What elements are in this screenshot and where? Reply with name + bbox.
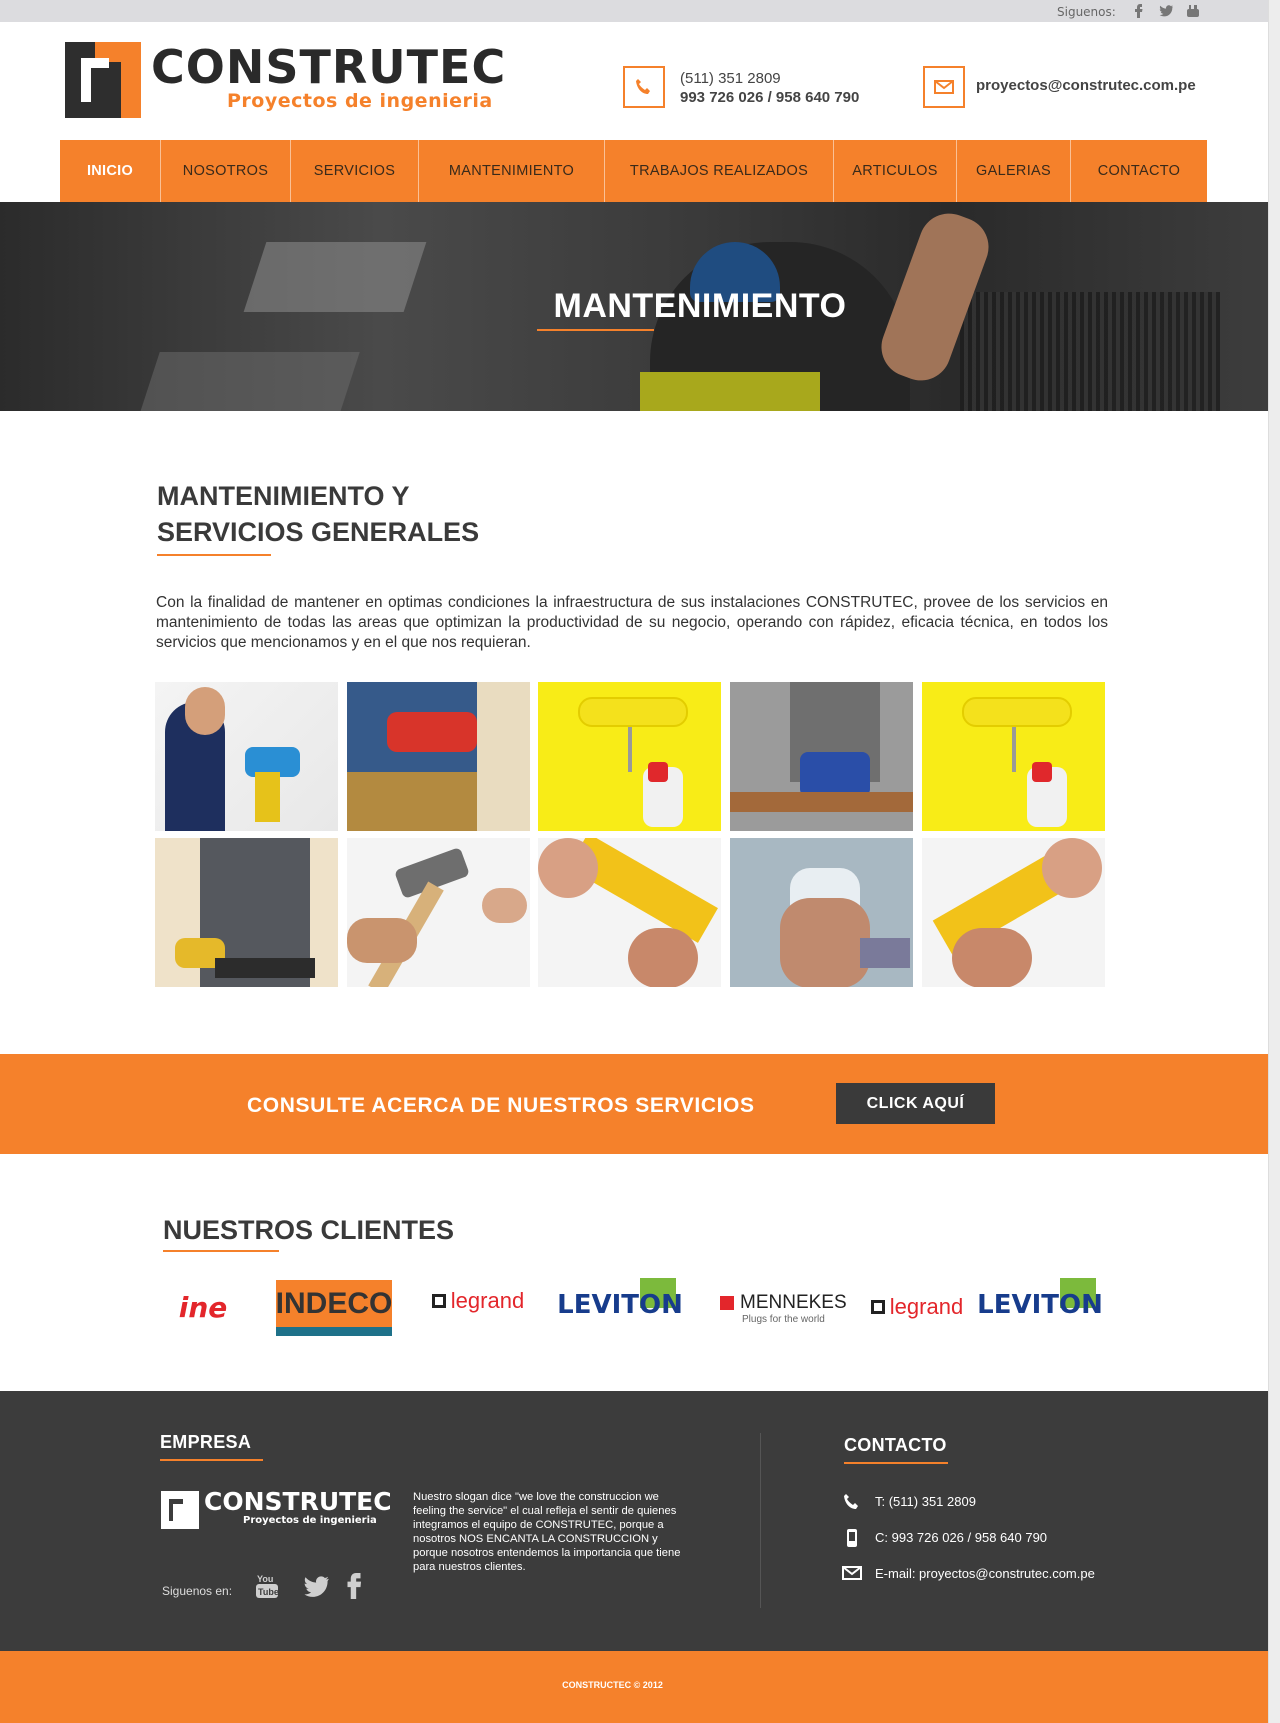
footer-slogan: Nuestro slogan dice "we love the constru… [413,1491,681,1573]
logo-subtitle: Proyectos de ingenieria [227,90,493,112]
mail-icon [934,80,954,94]
scrollbar[interactable] [1268,0,1280,1723]
footer-empresa-title: EMPRESA [160,1432,252,1452]
footer-logo-name: CONSTRUTEC [204,1487,392,1516]
follow-label: Siguenos: [1057,5,1116,19]
logo-mark-icon [65,42,141,118]
services-gallery [155,682,1107,987]
client-logo-ine[interactable]: ine [160,1287,246,1327]
footer-follow-label: Siguenos en: [162,1584,233,1598]
svg-text:You: You [257,1574,273,1584]
copyright: CONSTRUCTEC © 2012 [562,1680,663,1690]
svg-text:Tube: Tube [258,1587,279,1597]
section-title-line2: SERVICIOS GENERALES [157,517,480,547]
footer-facebook-icon[interactable] [346,1573,362,1599]
gallery-image-drill-worker[interactable] [155,682,338,831]
footer-phone[interactable]: T: (511) 351 2809 [875,1494,976,1509]
client-logo-legrand-text: legrand [450,1288,525,1313]
gallery-image-toolbelt-drill[interactable] [347,682,530,831]
footer-logo-mark-icon [161,1491,199,1529]
gallery-image-ruler-pencil[interactable] [922,838,1105,987]
cta-text: CONSULTE ACERCA DE NUESTROS SERVICIOS [247,1094,755,1117]
gallery-image-hammer[interactable] [347,838,530,987]
nav-item-mantenimiento[interactable]: MANTENIMIENTO [419,140,605,202]
mennekes-mark-icon [720,1295,734,1310]
nav-item-articulos[interactable]: ARTICULOS [834,140,957,202]
footer-twitter-icon[interactable] [303,1576,329,1598]
section-title-underline [157,554,271,556]
footer-contact-underline [844,1462,948,1464]
footer-mobile-icon [847,1529,857,1547]
footer-email[interactable]: E-mail: proyectos@construtec.com.pe [875,1566,1095,1581]
client-logo-leviton-text: LEVITON [977,1290,1103,1320]
hero-worker-vest [640,372,820,411]
client-logo-mennekes[interactable]: MENNEKES Plugs for the world [720,1288,847,1328]
phone-icon-box [623,66,665,108]
legrand-mark-icon [431,1294,446,1308]
hero-title: MANTENIMIENTO [0,287,1280,326]
nav-item-trabajos[interactable]: TRABAJOS REALIZADOS [605,140,834,202]
nav-item-nosotros[interactable]: NOSOTROS [161,140,291,202]
client-logo-legrand[interactable]: legrand [428,1286,528,1316]
header-email[interactable]: proyectos@construtec.com.pe [976,77,1196,94]
section-title-line1: MANTENIMIENTO Y [157,481,410,511]
nav-item-inicio[interactable]: INICIO [60,140,161,202]
intro-paragraph: Con la finalidad de mantener en optimas … [156,594,1108,651]
gallery-image-plaster-wall[interactable] [730,838,913,987]
hero-ceiling-panel [140,352,360,411]
header-phone[interactable]: (511) 351 2809 [680,70,781,87]
footer-logo-subtitle: Proyectos de ingenieria [243,1515,377,1526]
clients-title: NUESTROS CLIENTES [163,1215,455,1245]
client-logo-leviton[interactable]: LEVITON [557,1278,683,1320]
twitter-icon[interactable] [1159,4,1173,18]
hero-title-text: MANTENIMIENTO [553,287,847,325]
mail-icon-box [923,66,965,108]
gallery-image-worker-toolbelt[interactable] [155,838,338,987]
client-logo-legrand-text: legrand [889,1294,964,1319]
footer-divider [760,1433,761,1608]
client-logo-leviton[interactable]: LEVITON [977,1278,1103,1320]
client-logo-leviton-text: LEVITON [557,1290,683,1320]
footer-mobile[interactable]: C: 993 726 026 / 958 640 790 [875,1530,1047,1545]
legrand-mark-icon [870,1300,885,1314]
hero-title-underline [537,329,654,331]
client-logo-legrand[interactable]: legrand [862,1292,972,1322]
footer-empresa-underline [160,1459,263,1461]
client-logo-mennekes-text: MENNEKES [740,1291,847,1313]
footer-mail-icon [842,1566,862,1580]
footer-phone-icon [844,1494,858,1509]
nav-item-galerias[interactable]: GALERIAS [957,140,1071,202]
gallery-image-paint-roller[interactable] [538,682,721,831]
main-nav: INICIO NOSOTROS SERVICIOS MANTENIMIENTO … [60,140,1207,202]
gallery-image-jigsaw[interactable] [730,682,913,831]
clients-title-underline [163,1250,279,1252]
nav-item-contacto[interactable]: CONTACTO [1071,140,1207,202]
phone-icon [636,79,650,94]
youtube-icon[interactable] [1186,4,1200,18]
client-logo-mennekes-tagline: Plugs for the world [742,1313,825,1325]
footer-youtube-icon[interactable]: You Tube [255,1573,279,1599]
footer-contact-title: CONTACTO [844,1435,947,1455]
nav-item-servicios[interactable]: SERVICIOS [291,140,419,202]
logo-name: CONSTRUTEC [151,40,507,94]
page: Siguenos: CONSTRUTEC Proyectos de ingeni… [0,0,1280,1723]
header-mobile[interactable]: 993 726 026 / 958 640 790 [680,89,859,106]
section-title: MANTENIMIENTO Y SERVICIOS GENERALES [157,478,479,550]
facebook-icon[interactable] [1132,4,1146,18]
top-bar: Siguenos: [0,0,1268,22]
cta-button[interactable]: CLICK AQUÍ [836,1083,995,1124]
site-logo[interactable]: CONSTRUTEC Proyectos de ingenieria [65,40,505,120]
client-logo-indeco[interactable]: INDECO [276,1280,392,1336]
gallery-image-paint-roller[interactable] [922,682,1105,831]
gallery-image-ruler-pencil[interactable] [538,838,721,987]
